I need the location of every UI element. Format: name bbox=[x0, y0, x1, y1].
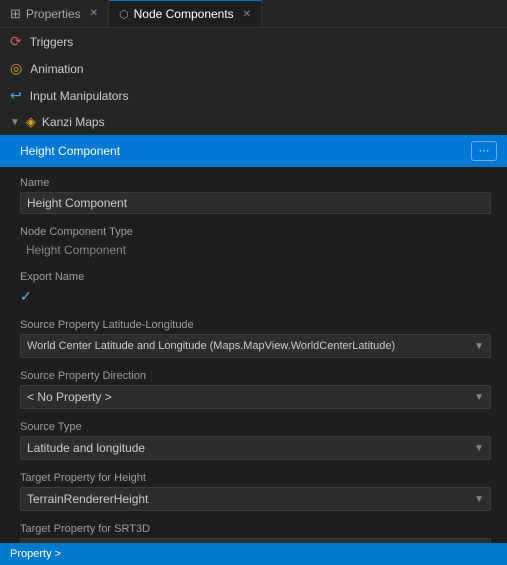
source-type-dropdown[interactable]: Latitude and longitude ▼ bbox=[20, 436, 491, 460]
prop-target-height-group: Target Property for Height TerrainRender… bbox=[0, 462, 507, 513]
chevron-down-icon: ▼ bbox=[474, 341, 484, 352]
prop-name-group: Name Height Component bbox=[0, 167, 507, 216]
height-component-header[interactable]: Height Component ··· bbox=[0, 135, 507, 167]
tab-node-components-label: Node Components bbox=[134, 7, 234, 21]
node-component-type-label: Node Component Type bbox=[20, 226, 491, 238]
source-lat-lng-value: World Center Latitude and Longitude (Map… bbox=[27, 340, 470, 352]
prop-node-component-type-group: Node Component Type Height Component bbox=[0, 216, 507, 261]
animation-label: Animation bbox=[30, 62, 83, 76]
target-height-value: TerrainRendererHeight bbox=[27, 492, 470, 506]
sidebar-item-input-manipulators[interactable]: ↩ Input Manipulators bbox=[0, 82, 507, 109]
kanzi-icon: ◈ bbox=[26, 114, 36, 130]
triggers-label: Triggers bbox=[30, 35, 74, 49]
chevron-down-icon: ▼ bbox=[474, 392, 484, 403]
target-height-dropdown[interactable]: TerrainRendererHeight ▼ bbox=[20, 487, 491, 511]
height-component-title: Height Component bbox=[20, 144, 120, 158]
tab-properties-close[interactable]: ✕ bbox=[90, 8, 98, 19]
target-height-label: Target Property for Height bbox=[20, 472, 491, 484]
component-icon: ⬡ bbox=[119, 8, 129, 21]
tab-properties-label: Properties bbox=[26, 7, 81, 21]
breadcrumb-bar: Property > bbox=[0, 543, 507, 565]
tab-bar: ⊞ Properties ✕ ⬡ Node Components ✕ bbox=[0, 0, 507, 28]
chevron-down-icon: ▼ bbox=[474, 443, 484, 454]
sidebar-item-animation[interactable]: ◎ Animation bbox=[0, 55, 507, 82]
prop-source-type-group: Source Type Latitude and longitude ▼ bbox=[0, 411, 507, 462]
name-label: Name bbox=[20, 177, 491, 189]
name-value[interactable]: Height Component bbox=[20, 192, 491, 214]
properties-panel: Name Height Component Node Component Typ… bbox=[0, 167, 507, 564]
source-direction-dropdown[interactable]: < No Property > ▼ bbox=[20, 385, 491, 409]
breadcrumb[interactable]: Property > bbox=[10, 548, 61, 560]
tab-node-components-close[interactable]: ✕ bbox=[243, 9, 251, 20]
trigger-icon: ⟳ bbox=[10, 33, 22, 50]
prop-source-direction-group: Source Property Direction < No Property … bbox=[0, 360, 507, 411]
tab-properties[interactable]: ⊞ Properties ✕ bbox=[0, 0, 109, 27]
target-srt3d-label: Target Property for SRT3D bbox=[20, 523, 491, 535]
export-name-checkmark[interactable]: ✓ bbox=[20, 286, 491, 307]
chevron-down-icon: ▼ bbox=[474, 494, 484, 505]
source-direction-value: < No Property > bbox=[27, 390, 470, 404]
sidebar-item-kanzi-maps[interactable]: ▼ ◈ Kanzi Maps bbox=[0, 109, 507, 135]
input-icon: ↩ bbox=[10, 87, 22, 104]
more-button[interactable]: ··· bbox=[471, 141, 497, 161]
chevron-down-icon: ▼ bbox=[10, 117, 20, 128]
animation-icon: ◎ bbox=[10, 60, 22, 77]
prop-export-name-group: Export Name ✓ bbox=[0, 261, 507, 309]
sidebar-item-triggers[interactable]: ⟳ Triggers bbox=[0, 28, 507, 55]
input-manipulators-label: Input Manipulators bbox=[30, 89, 129, 103]
source-lat-lng-label: Source Property Latitude-Longitude bbox=[20, 319, 491, 331]
export-name-label: Export Name bbox=[20, 271, 491, 283]
prop-source-lat-lng-group: Source Property Latitude-Longitude World… bbox=[0, 309, 507, 360]
tab-node-components[interactable]: ⬡ Node Components ✕ bbox=[109, 0, 262, 27]
source-type-label: Source Type bbox=[20, 421, 491, 433]
source-lat-lng-dropdown[interactable]: World Center Latitude and Longitude (Map… bbox=[20, 334, 491, 358]
grid-icon: ⊞ bbox=[10, 6, 21, 22]
sidebar: ⟳ Triggers ◎ Animation ↩ Input Manipulat… bbox=[0, 28, 507, 564]
node-component-type-value: Height Component bbox=[20, 241, 491, 259]
source-type-value: Latitude and longitude bbox=[27, 441, 470, 455]
kanzi-maps-label: Kanzi Maps bbox=[42, 115, 105, 129]
source-direction-label: Source Property Direction bbox=[20, 370, 491, 382]
